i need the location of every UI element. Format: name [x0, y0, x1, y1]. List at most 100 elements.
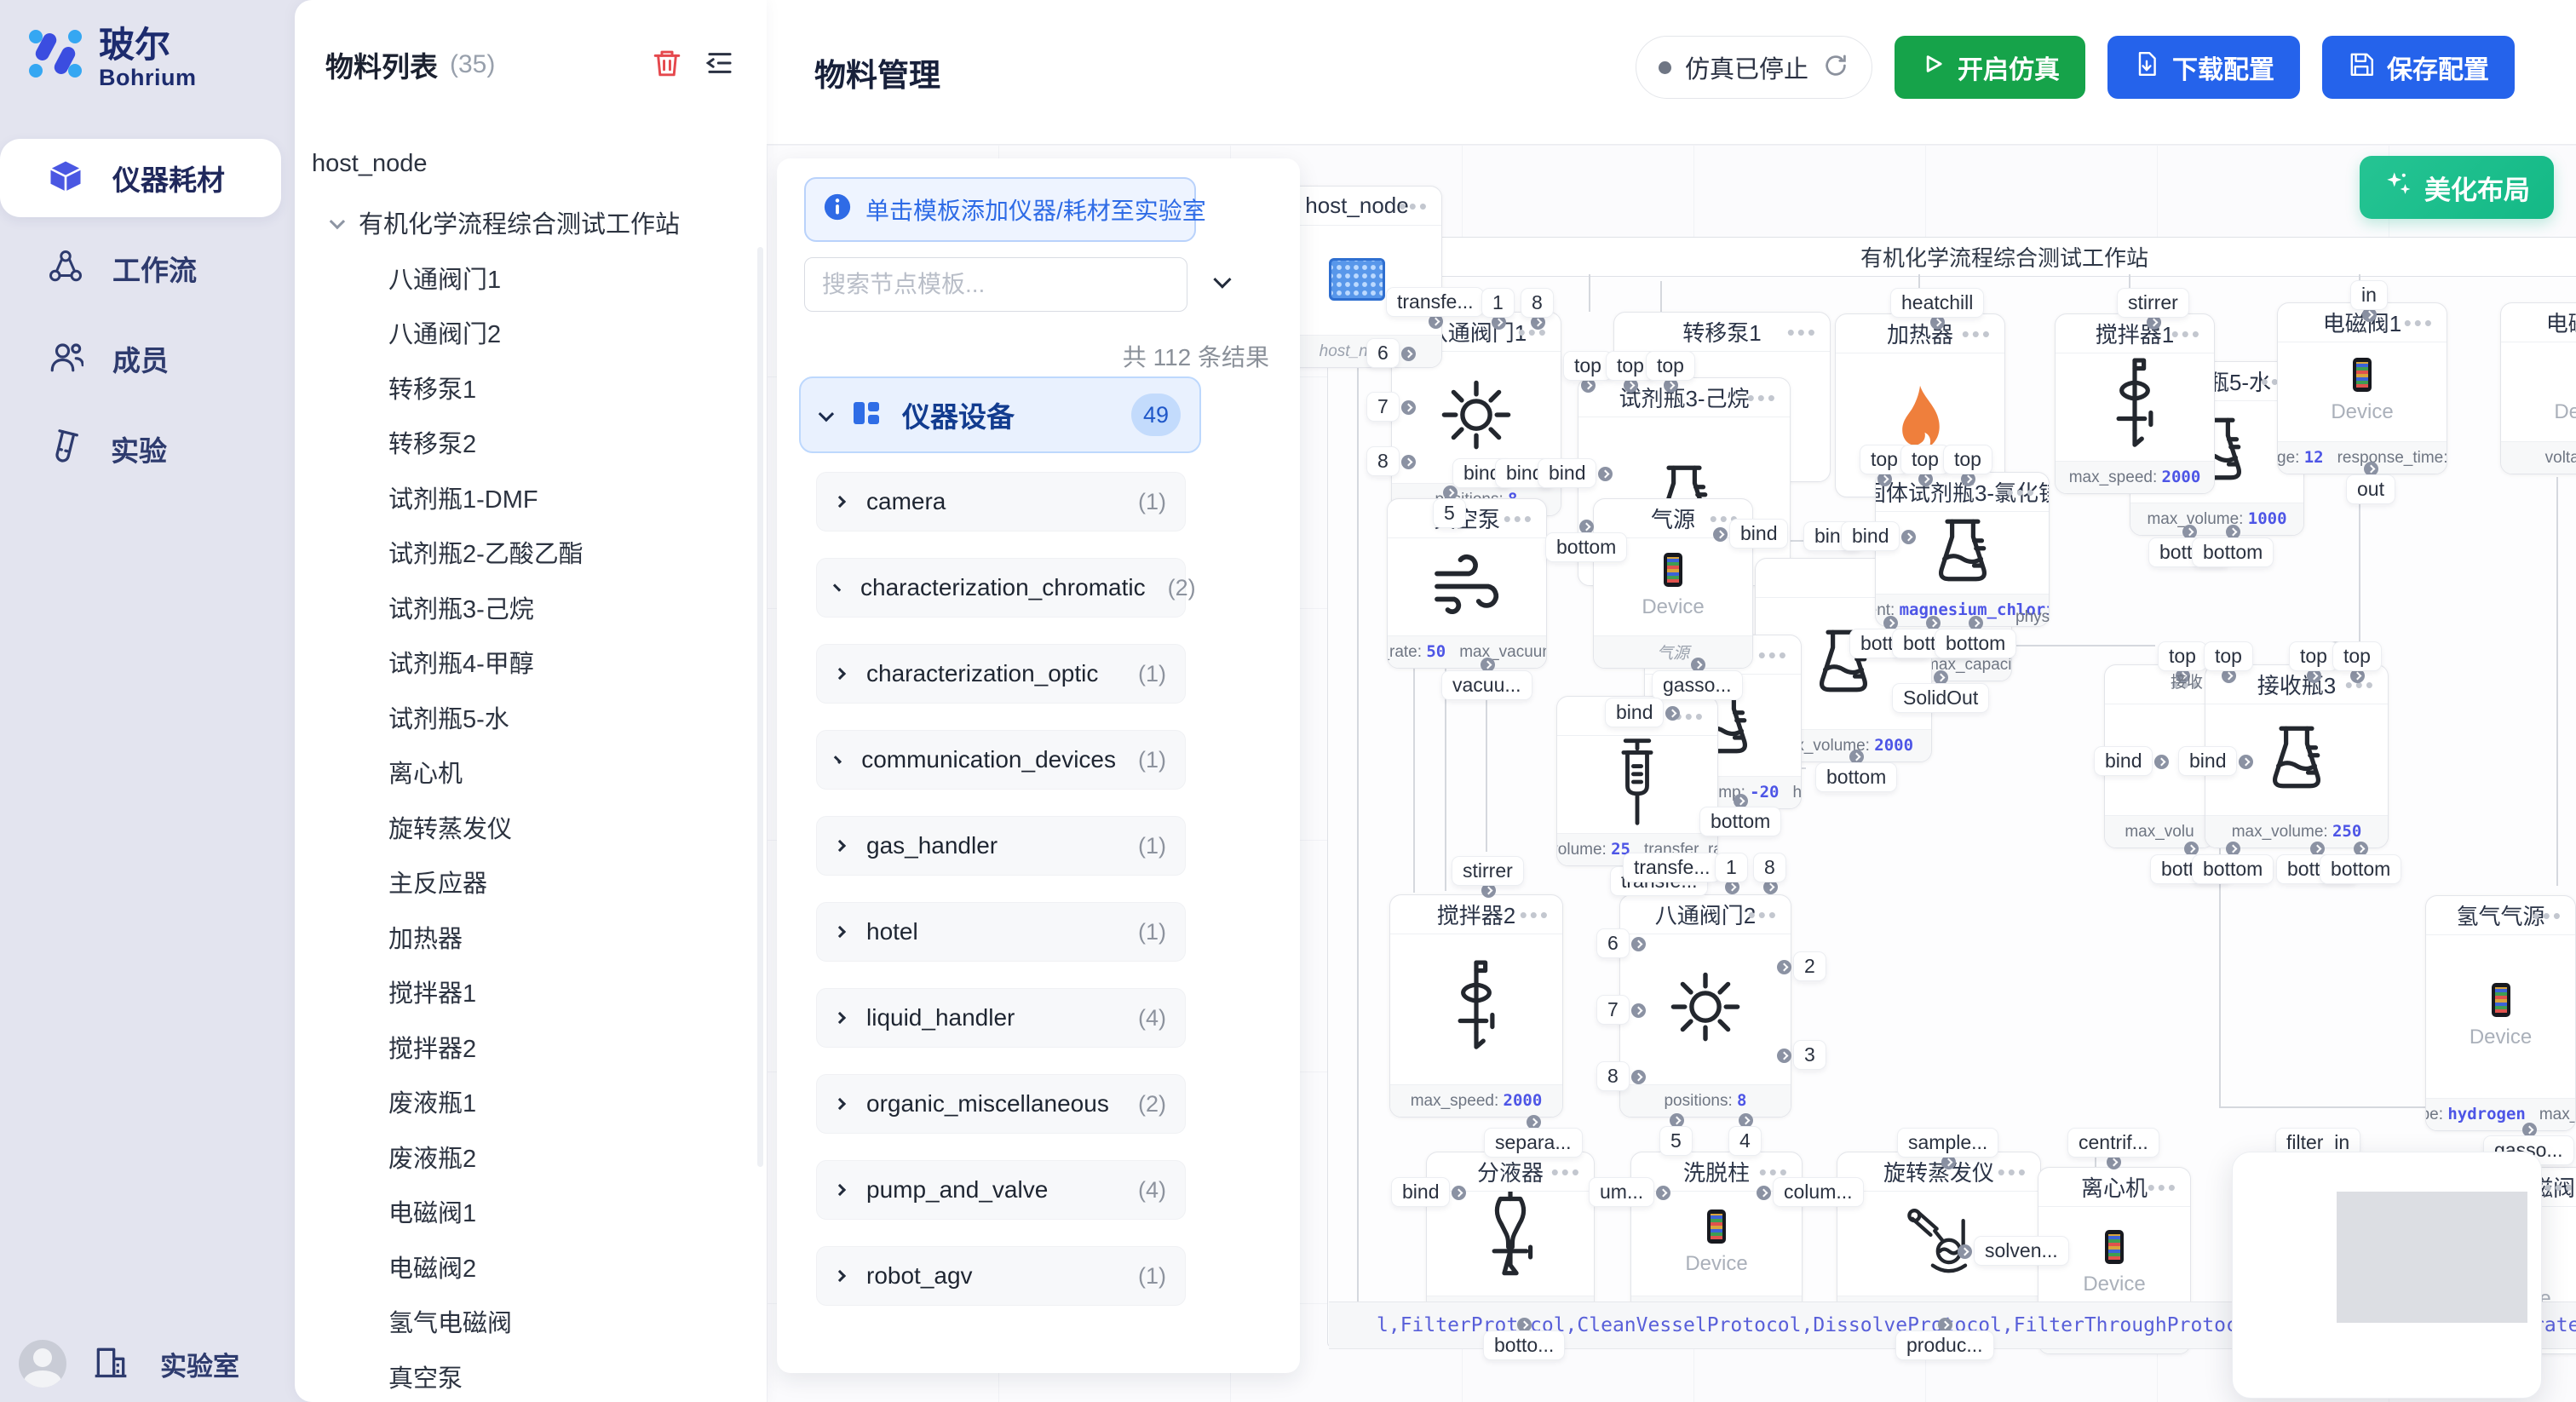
download-config-button[interactable]: 下载配置	[2107, 36, 2300, 99]
category-organic_miscellaneous[interactable]: organic_miscellaneous(2)	[816, 1074, 1186, 1134]
port-dot[interactable]	[1581, 378, 1596, 393]
category-camera[interactable]: camera(1)	[816, 472, 1186, 531]
tree-item-转移泵1[interactable]: 转移泵1	[295, 364, 767, 411]
port-dot[interactable]	[1849, 750, 1864, 764]
port-dot[interactable]	[2222, 669, 2236, 683]
tree-item-电磁阀1[interactable]: 电磁阀1	[295, 1187, 767, 1235]
node-menu-icon[interactable]: •••	[1551, 1159, 1582, 1186]
tree-item-搅拌器1[interactable]: 搅拌器1	[295, 968, 767, 1015]
port-dot[interactable]	[1429, 314, 1443, 329]
node-menu-icon[interactable]: •••	[1504, 506, 1534, 532]
sidebar-item-仪器耗材[interactable]: 仪器耗材	[0, 139, 281, 217]
port-dot[interactable]	[1517, 1318, 1532, 1332]
sidebar-item-成员[interactable]: 成员	[0, 319, 281, 398]
port-dot[interactable]	[1401, 400, 1416, 415]
node-solenoid-1[interactable]: 电磁阀1•••Devicevoltage: 12response_time: 0…	[2277, 302, 2447, 474]
tree-item-电磁阀2[interactable]: 电磁阀2	[295, 1243, 767, 1290]
port-dot[interactable]	[1757, 1186, 1771, 1200]
category-liquid_handler[interactable]: liquid_handler(4)	[816, 988, 1186, 1048]
port-dot[interactable]	[1670, 1113, 1684, 1128]
tree-item-有机化学流程综合测试工作站[interactable]: 有机化学流程综合测试工作站	[295, 198, 767, 246]
node-menu-icon[interactable]: •••	[1787, 319, 1818, 346]
node-menu-icon[interactable]: •••	[2544, 1175, 2575, 1201]
tree-item-主反应器[interactable]: 主反应器	[295, 858, 767, 905]
port-dot[interactable]	[1481, 658, 1495, 672]
tree-item-八通阀门2[interactable]: 八通阀门2	[295, 308, 767, 356]
port-dot[interactable]	[1934, 670, 1948, 685]
port-dot[interactable]	[1958, 1244, 1972, 1259]
tree-item-氢气电磁阀[interactable]: 氢气电磁阀	[295, 1297, 767, 1345]
category-robot_agv[interactable]: robot_agv(1)	[816, 1246, 1186, 1306]
category-hotel[interactable]: hotel(1)	[816, 902, 1186, 962]
node-stirrer-1[interactable]: 搅拌器1•••max_speed: 2000	[2055, 313, 2215, 494]
port-dot[interactable]	[1665, 706, 1680, 721]
tree-item-废液瓶2[interactable]: 废液瓶2	[295, 1133, 767, 1181]
node-menu-icon[interactable]: •••	[2533, 903, 2563, 929]
collapse-all-icon[interactable]	[1215, 274, 1228, 291]
sidebar-item-实验[interactable]: 实验	[0, 410, 281, 488]
sidebar-item-工作流[interactable]: 工作流	[0, 229, 281, 307]
port-dot[interactable]	[2154, 755, 2169, 769]
tree-item-试剂瓶4-甲醇[interactable]: 试剂瓶4-甲醇	[295, 638, 767, 686]
node-menu-icon[interactable]: •••	[1520, 902, 1550, 928]
tree-item-host_node[interactable]: host_node	[295, 140, 767, 187]
port-dot[interactable]	[2147, 315, 2161, 330]
port-dot[interactable]	[1631, 1003, 1646, 1018]
delete-icon[interactable]	[651, 47, 683, 83]
port-dot[interactable]	[1930, 315, 1945, 330]
port-dot[interactable]	[1969, 616, 1983, 630]
category-communication_devices[interactable]: communication_devices(1)	[816, 730, 1186, 790]
port-dot[interactable]	[2350, 669, 2365, 683]
collapse-panel-icon[interactable]	[704, 47, 736, 83]
port-dot[interactable]	[1631, 1070, 1646, 1084]
user-avatar[interactable]	[19, 1340, 66, 1388]
port-dot[interactable]	[1734, 794, 1748, 808]
tree-item-真空泵[interactable]: 真空泵	[295, 1353, 767, 1400]
port-dot[interactable]	[2182, 525, 2197, 539]
port-dot[interactable]	[1713, 527, 1728, 542]
port-dot[interactable]	[1664, 378, 1678, 393]
port-dot[interactable]	[2310, 842, 2325, 856]
port-dot[interactable]	[2362, 307, 2377, 322]
tree-item-离心机[interactable]: 离心机	[295, 748, 767, 796]
category-pump_and_valve[interactable]: pump_and_valve(4)	[816, 1160, 1186, 1220]
node-menu-icon[interactable]: •••	[1675, 704, 1705, 730]
port-dot[interactable]	[1883, 616, 1898, 630]
port-dot[interactable]	[1401, 347, 1416, 361]
tree-item-加热器[interactable]: 加热器	[295, 913, 767, 961]
node-solenoid-2[interactable]: 电磁阀2•••Devicevoltage: 12	[2500, 302, 2576, 474]
port-dot[interactable]	[2226, 525, 2240, 539]
port-dot[interactable]	[1901, 530, 1916, 544]
port-dot[interactable]	[1725, 880, 1739, 894]
node-menu-icon[interactable]: •••	[2148, 1175, 2178, 1201]
port-dot[interactable]	[2184, 842, 2199, 856]
tree-item-转移泵2[interactable]: 转移泵2	[295, 418, 767, 466]
port-dot[interactable]	[2239, 755, 2253, 769]
materials-scrollbar[interactable]	[757, 247, 763, 1167]
category-characterization_chromatic[interactable]: characterization_chromatic(2)	[816, 558, 1186, 618]
lab-label[interactable]: 实验室	[160, 1345, 239, 1383]
port-dot[interactable]	[1598, 467, 1613, 481]
refresh-icon[interactable]	[1822, 52, 1849, 83]
node-menu-icon[interactable]: •••	[2171, 321, 2202, 348]
port-dot[interactable]	[1531, 315, 1545, 330]
port-dot[interactable]	[1739, 1113, 1753, 1128]
node-menu-icon[interactable]: •••	[2404, 310, 2435, 336]
port-dot[interactable]	[1763, 880, 1778, 894]
port-dot[interactable]	[1777, 960, 1791, 974]
port-dot[interactable]	[1443, 486, 1458, 500]
node-h2-source[interactable]: 氢气气源•••Device_type: hydrogenmax_pre	[2425, 895, 2576, 1131]
port-dot[interactable]	[1961, 472, 1975, 486]
port-dot[interactable]	[1941, 1155, 1956, 1169]
port-dot[interactable]	[2307, 669, 2321, 683]
chevron-down-icon[interactable]	[330, 213, 345, 228]
port-dot[interactable]	[1452, 1186, 1466, 1200]
node-solid-bottle-3[interactable]: 固体试剂瓶3-氯化镁•••agent: magnesium_chloride	[1875, 472, 2050, 627]
tree-item-八通阀门1[interactable]: 八通阀门1	[295, 254, 767, 302]
simulation-status[interactable]: 仿真已停止	[1636, 36, 1872, 99]
tree-item-试剂瓶5-水[interactable]: 试剂瓶5-水	[295, 693, 767, 741]
tree-item-试剂瓶2-乙酸乙酯[interactable]: 试剂瓶2-乙酸乙酯	[295, 528, 767, 576]
template-search-input[interactable]	[804, 257, 1187, 312]
start-simulation-button[interactable]: 开启仿真	[1895, 36, 2085, 99]
port-dot[interactable]	[1492, 315, 1506, 330]
